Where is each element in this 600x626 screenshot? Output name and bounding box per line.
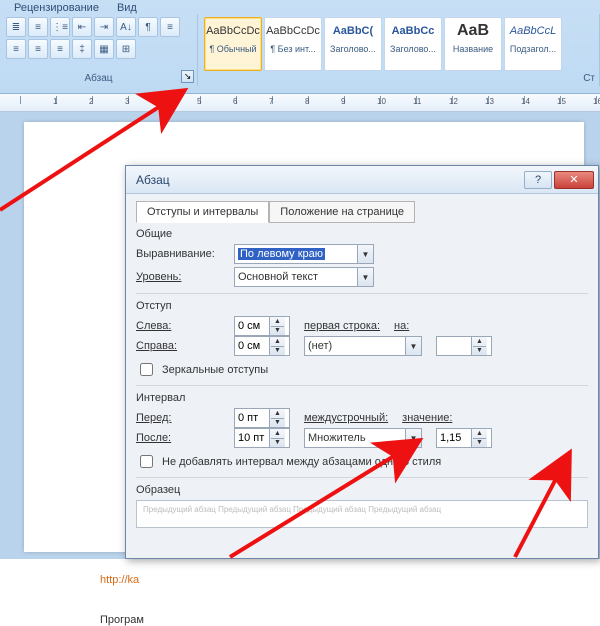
multilevel-icon[interactable]: ⋮≡ (50, 17, 70, 37)
shading-icon[interactable]: ▦ (94, 39, 114, 59)
linespacing-value-spinner[interactable]: ▲▼ (436, 428, 492, 448)
noadd-checkbox[interactable]: Не добавлять интервал между абзацами одн… (136, 452, 588, 471)
ribbon: Рецензирование Вид ≣ ≡ ⋮≡ ⇤ ⇥ A↓ ¶ ≡ ≡ ≡… (0, 0, 600, 94)
after-spinner[interactable]: ▲▼ (234, 428, 290, 448)
indent-left-spinner[interactable]: ▲▼ (234, 316, 290, 336)
align-left-icon[interactable]: ≡ (160, 17, 180, 37)
section-sample: Образец (136, 484, 588, 496)
help-button[interactable]: ? (524, 171, 552, 189)
firstline-label: первая строка: (304, 320, 380, 332)
linespacing-label: междустрочный: (304, 412, 388, 424)
tab-view[interactable]: Вид (117, 2, 137, 14)
before-label: Перед: (136, 412, 228, 424)
style-normal[interactable]: AaBbCcDc ¶ Обычный (204, 17, 262, 71)
level-combo[interactable]: Основной текст▼ (234, 267, 374, 287)
paragraph-group: ≣ ≡ ⋮≡ ⇤ ⇥ A↓ ¶ ≡ ≡ ≡ ≡ ‡ ▦ ⊞ Абзац ↘ (0, 14, 198, 86)
numbering-icon[interactable]: ≡ (28, 17, 48, 37)
chevron-down-icon[interactable]: ▼ (405, 337, 421, 355)
justify-icon[interactable]: ≡ (50, 39, 70, 59)
increase-indent-icon[interactable]: ⇥ (94, 17, 114, 37)
mirror-checkbox[interactable]: Зеркальные отступы (136, 360, 588, 379)
alignment-label: Выравнивание: (136, 248, 228, 260)
tab-position[interactable]: Положение на странице (269, 201, 415, 223)
section-interval: Интервал (136, 392, 588, 404)
section-general: Общие (136, 228, 588, 240)
left-label: Слева: (136, 320, 228, 332)
chevron-down-icon[interactable]: ▼ (357, 245, 373, 263)
dialog-titlebar[interactable]: Абзац ? ✕ (126, 166, 598, 194)
decrease-indent-icon[interactable]: ⇤ (72, 17, 92, 37)
close-button[interactable]: ✕ (554, 171, 594, 189)
styles-group: AaBbCcDc ¶ Обычный AaBbCcDc ¶ Без инт...… (198, 14, 600, 86)
level-label: Уровень: (136, 271, 228, 283)
section-indent: Отступ (136, 300, 588, 312)
on-label: на: (394, 320, 409, 332)
url-text: http://ka (100, 574, 139, 586)
borders-icon[interactable]: ⊞ (116, 39, 136, 59)
indent-right-spinner[interactable]: ▲▼ (234, 336, 290, 356)
tab-indents[interactable]: Отступы и интервалы (136, 201, 269, 223)
before-spinner[interactable]: ▲▼ (234, 408, 290, 428)
tab-review[interactable]: Рецензирование (14, 2, 99, 14)
paragraph-dialog: Абзац ? ✕ Отступы и интервалы Положение … (125, 165, 599, 559)
sample-preview: Предыдущий абзац Предыдущий абзац Предыд… (136, 500, 588, 528)
chevron-down-icon[interactable]: ▼ (357, 268, 373, 286)
paragraph-group-label: Абзац (0, 73, 197, 84)
sort-icon[interactable]: A↓ (116, 17, 136, 37)
alignment-combo[interactable]: По левому краю▼ (234, 244, 374, 264)
line-spacing-icon[interactable]: ‡ (72, 39, 92, 59)
ribbon-tabs: Рецензирование Вид (0, 0, 600, 14)
style-title[interactable]: AaB Название (444, 17, 502, 71)
chevron-down-icon[interactable]: ▼ (405, 429, 421, 447)
value-label: значение: (402, 412, 452, 424)
linespacing-combo[interactable]: Множитель▼ (304, 428, 422, 448)
after-label: После: (136, 432, 228, 444)
firstline-value-spinner[interactable]: ▲▼ (436, 336, 492, 356)
body-text: Програм (100, 614, 144, 626)
style-nospacing[interactable]: AaBbCcDc ¶ Без инт... (264, 17, 322, 71)
dialog-title: Абзац (136, 173, 170, 187)
show-marks-icon[interactable]: ¶ (138, 17, 158, 37)
align-right-icon[interactable]: ≡ (28, 39, 48, 59)
style-subtitle[interactable]: AaBbCcL Подзагол... (504, 17, 562, 71)
right-label: Справа: (136, 340, 228, 352)
ruler[interactable]: 12345678910111213141516 (0, 94, 600, 112)
bullets-icon[interactable]: ≣ (6, 17, 26, 37)
styles-group-label: Ст (583, 73, 595, 84)
style-heading2[interactable]: AaBbCc Заголово... (384, 17, 442, 71)
paragraph-dialog-launcher[interactable]: ↘ (181, 70, 194, 83)
align-center-icon[interactable]: ≡ (6, 39, 26, 59)
firstline-combo[interactable]: (нет)▼ (304, 336, 422, 356)
style-heading1[interactable]: AaBbC( Заголово... (324, 17, 382, 71)
